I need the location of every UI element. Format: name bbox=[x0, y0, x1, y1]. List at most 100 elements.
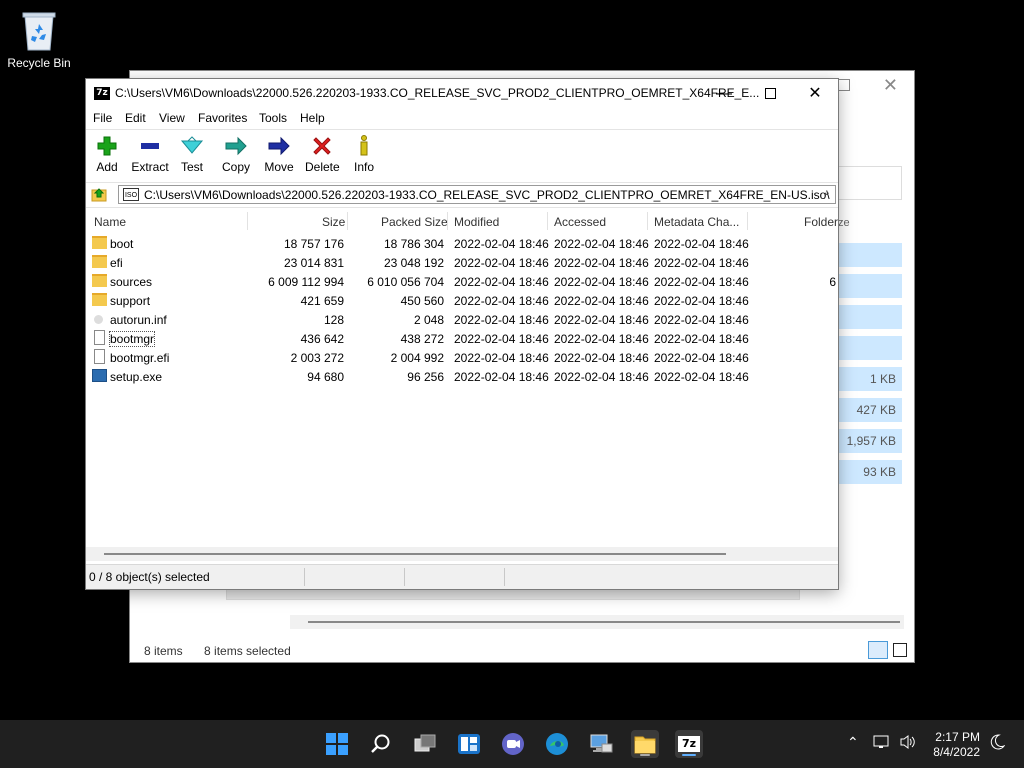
explorer-status-bar: 8 items 8 items selected bbox=[144, 644, 309, 658]
row-name: setup.exe bbox=[110, 370, 163, 384]
large-icons-view-icon[interactable] bbox=[893, 643, 907, 657]
add-button[interactable]: Add bbox=[95, 134, 119, 174]
info-button[interactable]: Info bbox=[353, 134, 375, 174]
toolbar: Add Extract Test Copy Move Delete Info bbox=[86, 129, 838, 182]
table-row[interactable]: boot 18 757 176 18 786 304 2022-02-04 18… bbox=[86, 234, 838, 253]
row-modified: 2022-02-04 18:46 bbox=[454, 332, 549, 346]
menu-file[interactable]: File bbox=[93, 111, 112, 125]
row-size: 436 642 bbox=[300, 332, 344, 346]
column-header-name[interactable]: Name bbox=[94, 215, 126, 229]
folder-icon bbox=[92, 236, 107, 249]
folder-icon bbox=[92, 293, 107, 306]
recycle-bin-icon bbox=[21, 10, 57, 52]
row-accessed: 2022-02-04 18:46 bbox=[554, 332, 649, 346]
minimize-button[interactable]: — bbox=[701, 79, 747, 108]
table-row[interactable]: autorun.inf 128 2 048 2022-02-04 18:46 2… bbox=[86, 310, 838, 329]
list-item-size[interactable]: 1 KB bbox=[838, 367, 902, 391]
selection-status: 0 / 8 object(s) selected bbox=[89, 570, 210, 584]
table-row[interactable]: bootmgr.efi 2 003 272 2 004 992 2022-02-… bbox=[86, 348, 838, 367]
list-item[interactable] bbox=[838, 336, 902, 360]
column-header-size[interactable]: ze bbox=[838, 217, 850, 229]
task-view-icon[interactable] bbox=[411, 730, 439, 758]
menu-view[interactable]: View bbox=[159, 111, 185, 125]
column-header-accessed[interactable]: Accessed bbox=[554, 215, 606, 229]
column-header-size[interactable]: Size bbox=[322, 215, 345, 229]
chevron-up-icon[interactable]: ⌃ bbox=[847, 734, 859, 751]
extract-icon bbox=[130, 134, 170, 158]
edge-browser-icon[interactable] bbox=[543, 730, 571, 758]
maximize-button[interactable] bbox=[747, 79, 793, 108]
menu-edit[interactable]: Edit bbox=[125, 111, 146, 125]
row-modified: 2022-02-04 18:46 bbox=[454, 275, 549, 289]
horizontal-scrollbar[interactable] bbox=[86, 547, 838, 561]
list-item[interactable] bbox=[838, 243, 902, 267]
network-computer-icon[interactable] bbox=[587, 730, 615, 758]
list-item-size[interactable]: 427 KB bbox=[838, 398, 902, 422]
settings-file-icon bbox=[94, 315, 103, 324]
clock-time: 2:17 PM bbox=[935, 730, 980, 744]
search-icon[interactable] bbox=[367, 730, 395, 758]
row-name: efi bbox=[110, 256, 123, 270]
row-accessed: 2022-02-04 18:46 bbox=[554, 294, 649, 308]
path-text: C:\Users\VM6\Downloads\22000.526.220203-… bbox=[144, 188, 830, 202]
row-accessed: 2022-02-04 18:46 bbox=[554, 370, 649, 384]
sevenzip-taskbar-icon[interactable]: 7z bbox=[675, 730, 703, 758]
table-row[interactable]: bootmgr 436 642 438 272 2022-02-04 18:46… bbox=[86, 329, 838, 348]
test-button[interactable]: Test bbox=[179, 134, 205, 174]
close-button[interactable]: ✕ bbox=[792, 79, 838, 108]
table-row[interactable]: setup.exe 94 680 96 256 2022-02-04 18:46… bbox=[86, 367, 838, 386]
details-view-icon[interactable] bbox=[868, 641, 888, 659]
column-header-modified[interactable]: Modified bbox=[454, 215, 499, 229]
delete-label: Delete bbox=[305, 160, 340, 174]
table-row[interactable]: support 421 659 450 560 2022-02-04 18:46… bbox=[86, 291, 838, 310]
setup-exe-icon bbox=[92, 369, 107, 382]
list-item[interactable] bbox=[838, 274, 902, 298]
recycle-bin-desktop-icon[interactable]: Recycle Bin bbox=[6, 8, 72, 70]
menu-favorites[interactable]: Favorites bbox=[198, 111, 247, 125]
parent-folder-icon[interactable] bbox=[91, 186, 107, 202]
start-icon[interactable] bbox=[323, 730, 351, 758]
maximize-icon[interactable] bbox=[838, 79, 850, 91]
close-icon[interactable]: ✕ bbox=[883, 75, 898, 96]
column-header-folders[interactable]: Folder bbox=[804, 215, 838, 229]
delete-button[interactable]: Delete bbox=[305, 134, 340, 174]
teams-chat-icon[interactable] bbox=[499, 730, 527, 758]
volume-icon[interactable] bbox=[899, 734, 917, 753]
file-icon bbox=[94, 330, 105, 345]
row-size: 6 009 112 994 bbox=[268, 275, 344, 289]
row-metadata-changed: 2022-02-04 18:46 bbox=[654, 351, 749, 365]
row-folders: 6 bbox=[829, 275, 836, 289]
column-header-metadata-changed[interactable]: Metadata Cha... bbox=[654, 215, 739, 229]
widgets-icon[interactable] bbox=[455, 730, 483, 758]
row-metadata-changed: 2022-02-04 18:46 bbox=[654, 370, 749, 384]
clock[interactable]: 2:17 PM 8/4/2022 bbox=[933, 730, 980, 760]
extract-button[interactable]: Extract bbox=[130, 134, 170, 174]
copy-button[interactable]: Copy bbox=[221, 134, 251, 174]
row-metadata-changed: 2022-02-04 18:46 bbox=[654, 294, 749, 308]
path-input[interactable]: ISO C:\Users\VM6\Downloads\22000.526.220… bbox=[118, 185, 836, 204]
notifications-moon-icon[interactable] bbox=[989, 734, 1006, 753]
info-icon bbox=[353, 134, 375, 158]
scrollbar-thumb[interactable] bbox=[104, 553, 726, 555]
list-item-size[interactable]: 93 KB bbox=[838, 460, 902, 484]
list-item-size[interactable]: 1,957 KB bbox=[838, 429, 902, 453]
row-accessed: 2022-02-04 18:46 bbox=[554, 256, 649, 270]
column-header-packed-size[interactable]: Packed Size bbox=[381, 215, 448, 229]
table-row[interactable]: efi 23 014 831 23 048 192 2022-02-04 18:… bbox=[86, 253, 838, 272]
chevron-down-icon[interactable]: ⌄ bbox=[823, 187, 831, 198]
running-indicator bbox=[640, 754, 650, 756]
menu-tools[interactable]: Tools bbox=[259, 111, 287, 125]
copy-icon bbox=[221, 134, 251, 158]
row-size: 421 659 bbox=[300, 294, 344, 308]
search-input[interactable] bbox=[838, 166, 902, 200]
row-packed-size: 2 048 bbox=[413, 313, 444, 327]
move-button[interactable]: Move bbox=[263, 134, 295, 174]
network-icon[interactable] bbox=[873, 734, 891, 753]
title-bar[interactable]: 7z C:\Users\VM6\Downloads\22000.526.2202… bbox=[86, 79, 838, 108]
sevenzip-window[interactable]: 7z C:\Users\VM6\Downloads\22000.526.2202… bbox=[86, 79, 838, 589]
file-explorer-taskbar-icon[interactable] bbox=[631, 730, 659, 758]
folder-icon bbox=[92, 274, 107, 287]
table-row[interactable]: sources 6 009 112 994 6 010 056 704 2022… bbox=[86, 272, 838, 291]
menu-help[interactable]: Help bbox=[300, 111, 325, 125]
list-item[interactable] bbox=[838, 305, 902, 329]
